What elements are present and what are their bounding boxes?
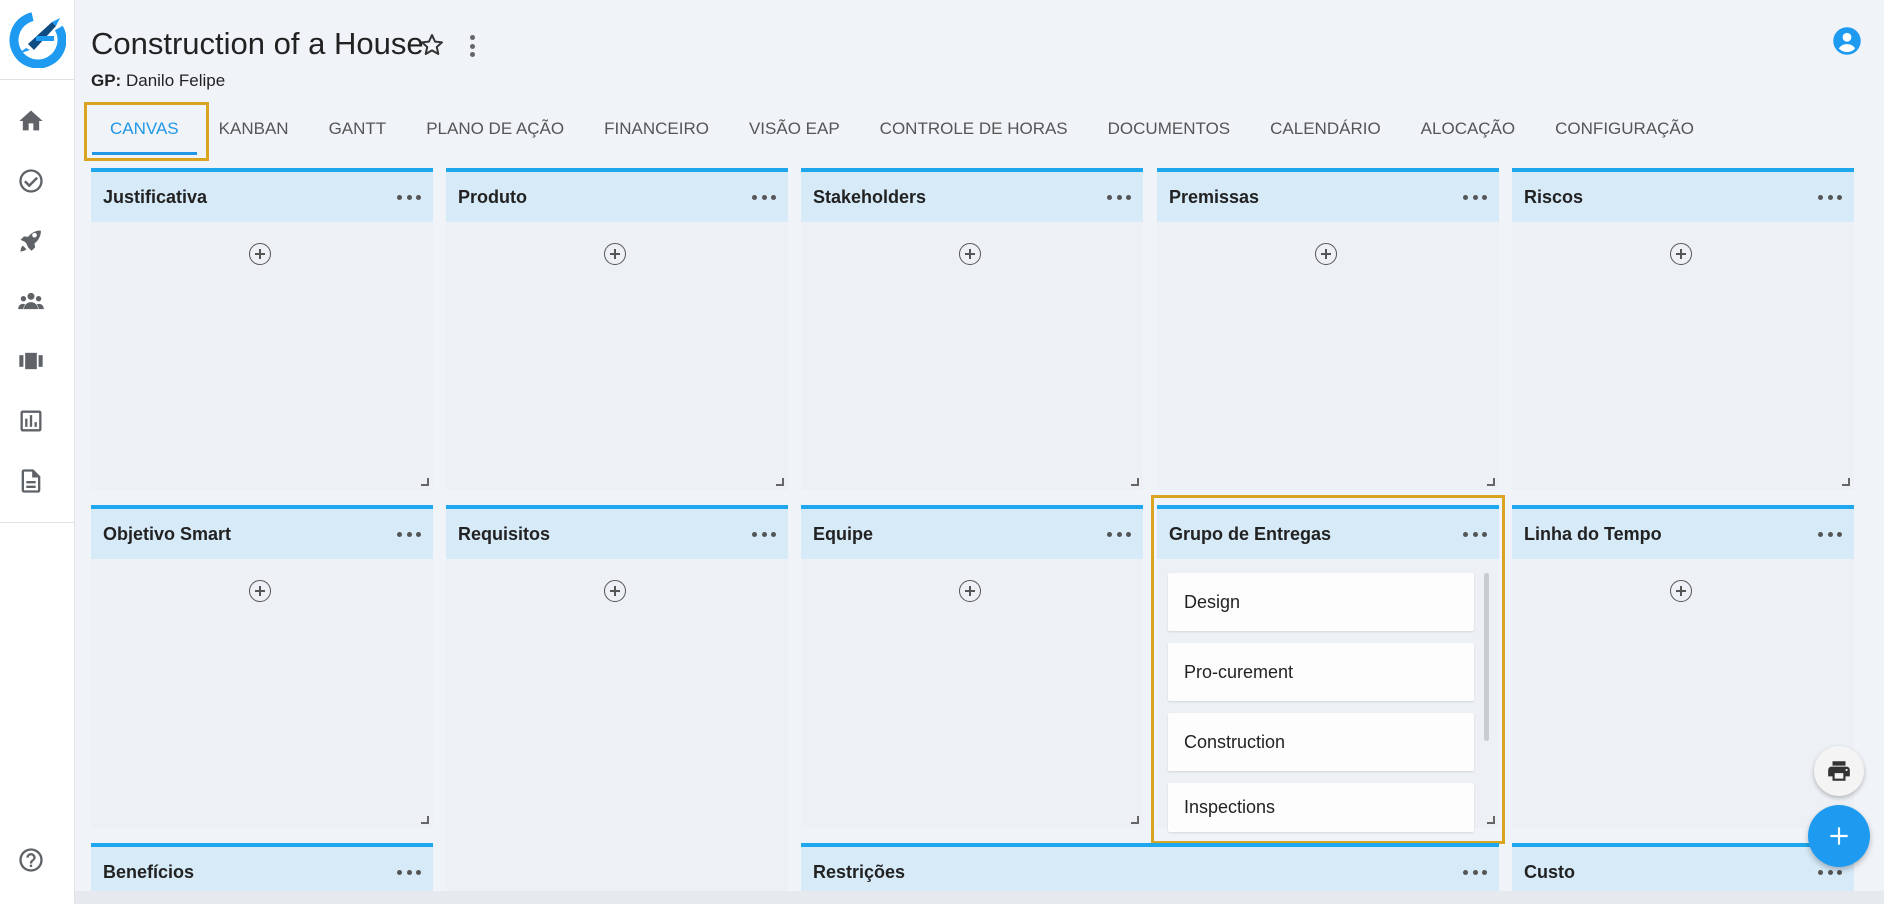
- card-menu-icon[interactable]: [397, 862, 421, 882]
- card-title: Riscos: [1524, 186, 1584, 207]
- card-riscos: Riscos: [1512, 168, 1854, 490]
- list-item[interactable]: Inspections: [1168, 783, 1474, 832]
- card-menu-icon[interactable]: [1107, 524, 1131, 544]
- resize-handle-icon[interactable]: [776, 478, 784, 486]
- home-icon[interactable]: [16, 106, 46, 136]
- tab-controle-de-horas[interactable]: CONTROLE DE HORAS: [860, 103, 1088, 155]
- account-icon[interactable]: [1832, 26, 1862, 56]
- card-grupo-de-entregas: Grupo de Entregas Design Pro-curement Co…: [1157, 505, 1499, 832]
- card-objetivo-smart: Objetivo Smart: [91, 505, 433, 828]
- add-item-icon[interactable]: [604, 243, 626, 265]
- plus-icon: [1830, 827, 1848, 845]
- card-title: Stakeholders: [813, 186, 927, 207]
- bar-chart-icon[interactable]: [16, 406, 46, 436]
- card-title: Objetivo Smart: [103, 523, 232, 544]
- resize-handle-icon[interactable]: [421, 816, 429, 824]
- tab-financeiro[interactable]: FINANCEIRO: [584, 103, 729, 155]
- sidebar: [0, 0, 75, 904]
- resize-handle-icon[interactable]: [1131, 816, 1139, 824]
- card-justificativa: Justificativa: [91, 168, 433, 490]
- sidebar-divider: [0, 522, 75, 523]
- card-produto: Produto: [446, 168, 788, 490]
- project-manager: GP: Danilo Felipe: [91, 71, 225, 91]
- tab-gantt[interactable]: GANTT: [309, 103, 407, 155]
- scrollbar[interactable]: [1484, 573, 1489, 741]
- card-title: Linha do Tempo: [1524, 523, 1662, 544]
- tab-plano-de-acao[interactable]: PLANO DE AÇÃO: [406, 103, 584, 155]
- card-custo: Custo: [1512, 843, 1854, 891]
- tab-visao-eap[interactable]: VISÃO EAP: [729, 103, 860, 155]
- tab-alocacao[interactable]: ALOCAÇÃO: [1401, 103, 1535, 155]
- tab-kanban[interactable]: KANBAN: [199, 103, 309, 155]
- page-title: Construction of a House: [91, 26, 424, 61]
- add-button[interactable]: [1808, 805, 1870, 867]
- card-premissas: Premissas: [1157, 168, 1499, 490]
- card-title: Premissas: [1169, 186, 1260, 207]
- resize-handle-icon[interactable]: [1131, 478, 1139, 486]
- card-menu-icon[interactable]: [1463, 524, 1487, 544]
- add-item-icon[interactable]: [1670, 243, 1692, 265]
- card-title: Requisitos: [458, 523, 551, 544]
- card-stakeholders: Stakeholders: [801, 168, 1143, 490]
- list-item[interactable]: Design: [1168, 573, 1474, 631]
- card-title: Produto: [458, 186, 527, 207]
- gp-value: Danilo Felipe: [125, 71, 226, 90]
- star-icon[interactable]: [418, 31, 446, 59]
- carousel-icon[interactable]: [16, 346, 46, 376]
- card-title: Equipe: [813, 523, 874, 544]
- sidebar-divider: [0, 79, 75, 80]
- tab-canvas[interactable]: CANVAS: [90, 103, 199, 155]
- app-logo[interactable]: [8, 10, 66, 68]
- rocket-icon[interactable]: [16, 226, 46, 256]
- card-title: Grupo de Entregas: [1169, 523, 1332, 544]
- add-item-icon[interactable]: [959, 580, 981, 602]
- card-requisitos: Requisitos: [446, 505, 788, 891]
- add-item-icon[interactable]: [1670, 580, 1692, 602]
- card-menu-icon[interactable]: [752, 187, 776, 207]
- card-menu-icon[interactable]: [397, 187, 421, 207]
- document-icon[interactable]: [16, 466, 46, 496]
- check-circle-icon[interactable]: [16, 166, 46, 196]
- list-item[interactable]: Construction: [1168, 713, 1474, 771]
- add-item-icon[interactable]: [249, 580, 271, 602]
- add-item-icon[interactable]: [249, 243, 271, 265]
- tab-calendario[interactable]: CALENDÁRIO: [1250, 103, 1401, 155]
- list-item[interactable]: Pro-curement: [1168, 643, 1474, 701]
- card-menu-icon[interactable]: [1463, 187, 1487, 207]
- tab-bar: CANVAS KANBAN GANTT PLANO DE AÇÃO FINANC…: [90, 103, 1714, 155]
- card-title: Justificativa: [103, 186, 208, 207]
- card-equipe: Equipe: [801, 505, 1143, 828]
- card-title: Custo: [1524, 861, 1575, 882]
- add-item-icon[interactable]: [1315, 243, 1337, 265]
- add-item-icon[interactable]: [959, 243, 981, 265]
- tab-documentos[interactable]: DOCUMENTOS: [1088, 103, 1250, 155]
- resize-handle-icon[interactable]: [1487, 478, 1495, 486]
- card-menu-icon[interactable]: [1463, 862, 1487, 882]
- card-menu-icon[interactable]: [1818, 524, 1842, 544]
- card-menu-icon[interactable]: [1107, 187, 1131, 207]
- bottom-scroll-area: [75, 891, 1884, 904]
- resize-handle-icon[interactable]: [1487, 816, 1495, 824]
- gp-label: GP:: [91, 71, 122, 90]
- card-beneficios: Benefícios: [91, 843, 433, 891]
- help-icon[interactable]: [16, 845, 46, 875]
- card-menu-icon[interactable]: [1818, 187, 1842, 207]
- tab-configuracao[interactable]: CONFIGURAÇÃO: [1535, 103, 1714, 155]
- resize-handle-icon[interactable]: [421, 478, 429, 486]
- print-icon: [1828, 761, 1850, 781]
- card-title: Benefícios: [103, 861, 195, 882]
- card-menu-icon[interactable]: [752, 524, 776, 544]
- print-button[interactable]: [1814, 746, 1864, 796]
- card-restricoes: Restrições: [801, 843, 1499, 891]
- resize-handle-icon[interactable]: [1842, 478, 1850, 486]
- card-linha-do-tempo: Linha do Tempo: [1512, 505, 1854, 828]
- people-icon[interactable]: [16, 286, 46, 316]
- card-title: Restrições: [813, 861, 906, 882]
- more-options-icon[interactable]: [462, 33, 482, 59]
- card-menu-icon[interactable]: [397, 524, 421, 544]
- add-item-icon[interactable]: [604, 580, 626, 602]
